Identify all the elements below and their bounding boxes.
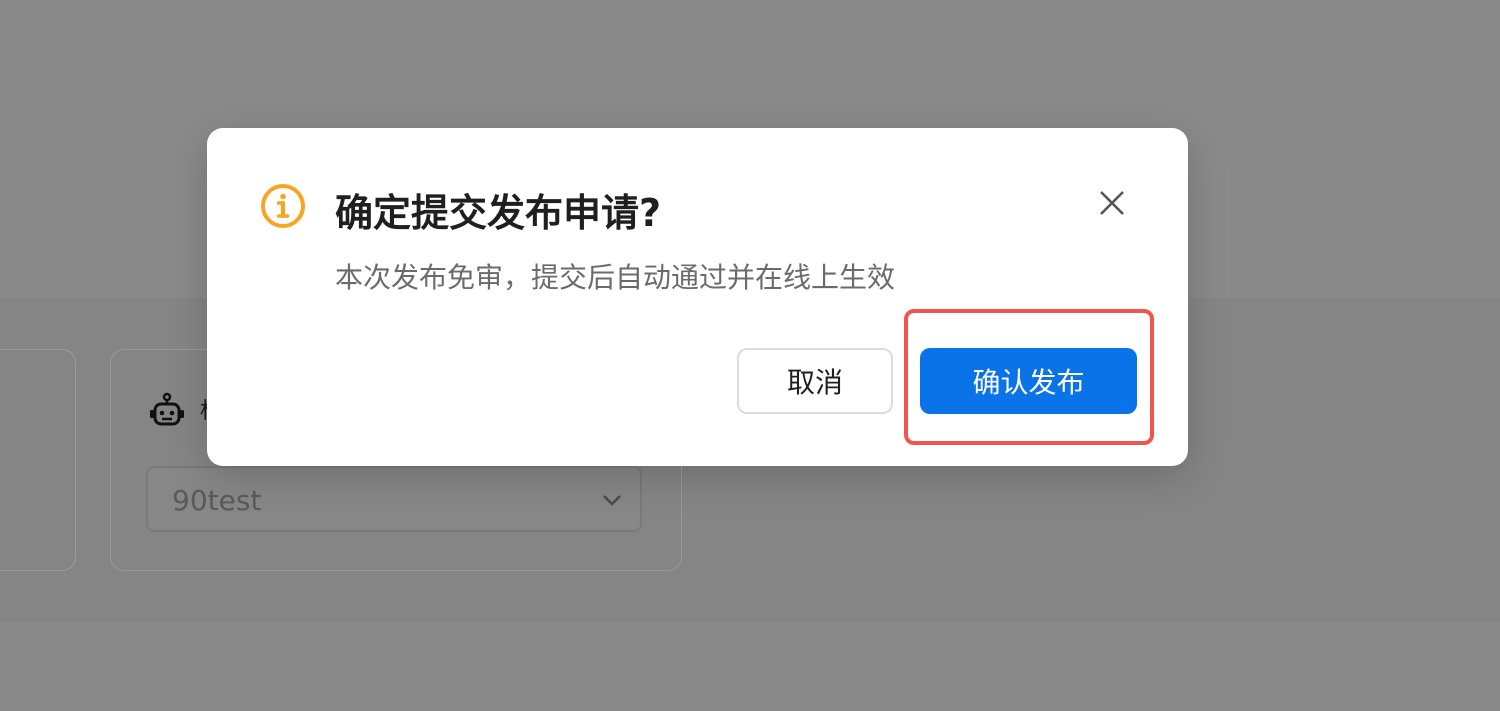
confirm-publish-button[interactable]: 确认发布	[920, 348, 1137, 414]
close-icon[interactable]	[1097, 188, 1127, 218]
agent-select[interactable]: 90test	[146, 466, 642, 532]
dialog-title: 确定提交发布申请?	[335, 191, 662, 235]
chevron-down-icon	[603, 495, 621, 506]
dialog-description: 本次发布免审，提交后自动通过并在线上生效	[335, 261, 896, 294]
page: 标 90test 确定提交发布申请? 本次发布免审，提交后自动通过并在线上生效 …	[0, 0, 1500, 711]
info-circle-icon	[261, 184, 305, 228]
cancel-button[interactable]: 取消	[737, 348, 893, 414]
agent-select-value: 90test	[172, 484, 262, 517]
background-card	[0, 349, 76, 571]
robot-icon	[150, 392, 184, 426]
confirm-publish-dialog: 确定提交发布申请? 本次发布免审，提交后自动通过并在线上生效 取消 确认发布	[207, 128, 1188, 466]
